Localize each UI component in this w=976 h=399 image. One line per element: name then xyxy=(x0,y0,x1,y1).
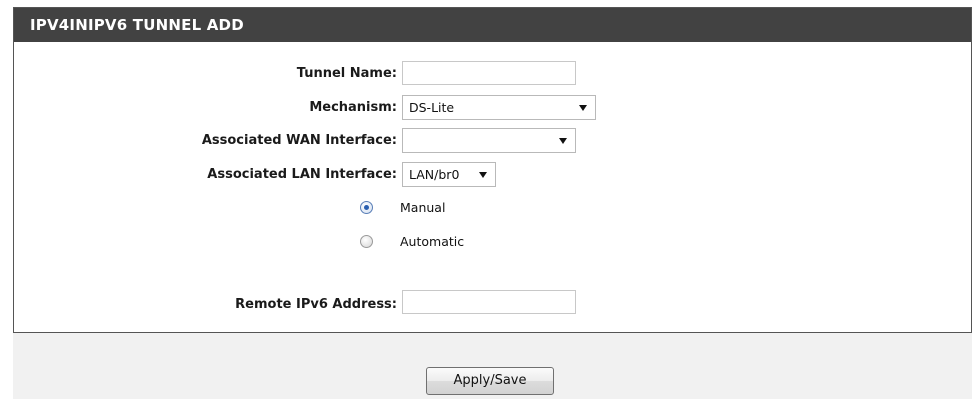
chevron-down-icon xyxy=(479,172,487,178)
lan-interface-label: Associated LAN Interface: xyxy=(207,167,397,182)
page: IPV4INIPV6 TUNNEL ADD Tunnel Name: Mecha… xyxy=(0,0,976,399)
wan-interface-select[interactable] xyxy=(402,128,576,153)
wan-interface-label: Associated WAN Interface: xyxy=(201,133,397,148)
footer-bar: Apply/Save xyxy=(13,333,972,399)
radio-selected-dot xyxy=(364,205,369,210)
automatic-radio[interactable] xyxy=(360,235,373,248)
tunnel-add-panel: IPV4INIPV6 TUNNEL ADD Tunnel Name: Mecha… xyxy=(13,7,972,333)
chevron-down-icon xyxy=(579,105,587,111)
panel-title: IPV4INIPV6 TUNNEL ADD xyxy=(14,8,971,42)
apply-save-button[interactable]: Apply/Save xyxy=(426,367,554,395)
tunnel-name-input[interactable] xyxy=(402,61,576,85)
chevron-down-icon xyxy=(559,138,567,144)
remote-ipv6-label: Remote IPv6 Address: xyxy=(235,297,397,312)
mechanism-selected-value: DS-Lite xyxy=(409,100,455,115)
mechanism-select[interactable]: DS-Lite xyxy=(402,95,596,120)
remote-ipv6-input[interactable] xyxy=(402,290,576,314)
manual-radio[interactable] xyxy=(360,201,373,214)
tunnel-name-label: Tunnel Name: xyxy=(296,66,397,81)
mechanism-label: Mechanism: xyxy=(309,100,397,115)
lan-interface-selected-value: LAN/br0 xyxy=(409,167,460,182)
manual-radio-label: Manual xyxy=(400,200,446,215)
lan-interface-select[interactable]: LAN/br0 xyxy=(402,162,496,187)
automatic-radio-label: Automatic xyxy=(400,234,465,249)
